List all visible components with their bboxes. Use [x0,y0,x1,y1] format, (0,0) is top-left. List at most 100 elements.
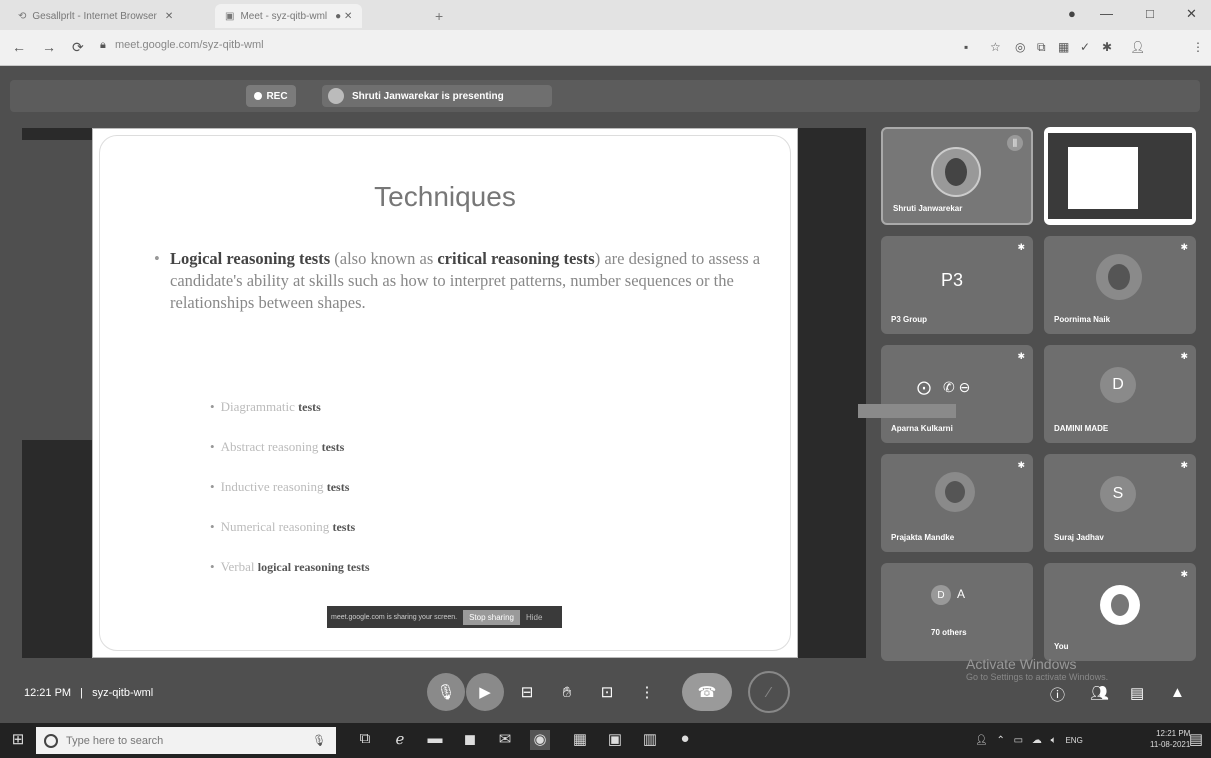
subitem-light: Verbal [220,559,258,574]
subitem-dark: tests [321,440,345,454]
close-tab-icon[interactable]: ✕ [165,11,173,22]
chat-icon[interactable]: ▤ [1130,684,1144,702]
bullet-icon: • [210,479,215,494]
subitem-dark: logical reasoning tests [257,560,370,574]
subitem-light: Numerical reasoning [220,519,333,534]
tab-label: Meet - syz-qitb-wml [240,10,328,22]
screen-share-tile[interactable] [1044,127,1196,225]
lock-icon: 🔒︎ [100,39,106,51]
app-icon[interactable]: ● [675,730,695,750]
activities-icon[interactable]: ▲ [1170,684,1185,701]
participant-avatar [1096,254,1142,300]
check-icon[interactable]: ✓ [1080,40,1090,54]
task-view-icon[interactable]: ⧉ [355,730,375,750]
star-icon[interactable]: ☆ [990,40,1001,54]
language-indicator[interactable]: ENG [1065,736,1082,745]
bullet-icon: • [210,559,215,574]
taskbar-clock[interactable]: 12:21 PM 11-08-2021 [1150,728,1190,750]
presentation-side-panel [22,140,92,440]
info-icon[interactable]: ⓘ [1050,684,1065,705]
new-tab-icon[interactable]: + [425,4,453,28]
mic-off-icon: ✱ [1180,242,1188,252]
record-dot-icon [254,92,263,100]
cloud-icon[interactable]: ☁ [1032,735,1042,746]
network-icon[interactable]: ▭ [1014,735,1023,746]
extension-icon[interactable]: ⧉ [1037,40,1046,55]
screen-share-bar: meet.google.com is sharing your screen. … [327,606,562,628]
subitem-light: Inductive reasoning [220,479,327,494]
app-icon[interactable]: ▦ [570,730,590,750]
participant-tile[interactable]: ✱ P3 P3 Group [881,236,1033,334]
close-tab-icon[interactable]: ● ✕ [335,11,352,22]
participant-tile[interactable]: ✱ S Suraj Jadhav [1044,454,1196,552]
forward-icon[interactable]: → [42,39,56,55]
more-options-button[interactable]: ⋮ [628,673,666,711]
maximize-icon[interactable]: □ [1146,6,1154,21]
notifications-icon[interactable]: ▤ [1186,730,1206,750]
recording-badge: REC [246,85,296,107]
puzzle-icon[interactable]: ✱ [1102,40,1112,54]
chrome-icon[interactable]: ◉ [530,730,550,750]
chevron-up-icon[interactable]: ⌃ [996,735,1004,746]
people-icon[interactable]: 👥︎ [1090,684,1109,702]
participant-name: 70 others [931,628,967,637]
participant-tile[interactable]: ✱ D DAMINI MADE [1044,345,1196,443]
hover-tooltip [858,404,956,418]
present-button[interactable]: ⊡ [588,673,626,711]
app-icon[interactable]: ▥ [640,730,660,750]
extension-icon[interactable]: ◎ [1015,40,1025,54]
screen-thumbnail-slide [1068,147,1138,209]
camera-icon[interactable]: ▪ [964,40,968,54]
captions-button[interactable]: ⊟ [508,673,546,711]
store-icon[interactable]: ◼ [460,730,480,750]
participant-tile[interactable]: D A 70 others [881,563,1033,661]
voice-search-icon[interactable]: 🎙︎ [312,734,326,747]
end-call-button[interactable]: ☎ [682,673,732,711]
presenting-text: Shruti Janwarekar is presenting [352,90,504,102]
reload-icon[interactable]: ⟳ [72,39,84,56]
account-icon[interactable]: ● [1068,6,1076,21]
minimize-icon[interactable]: — [1100,6,1113,21]
subitem-dark: tests [326,480,350,494]
body-bold-1: Logical reasoning tests [170,249,331,268]
hide-share-bar-button[interactable]: Hide [526,613,542,622]
hover-controls: ✆ ⊖ [943,379,971,395]
camera-button[interactable]: ▶ [466,673,504,711]
participant-avatar [935,472,975,512]
search-icon [44,733,58,748]
more-vert-icon: ⋮ [639,684,655,701]
raise-hand-button[interactable]: ✋︎ [548,673,586,711]
share-bar-text: meet.google.com is sharing your screen. [331,613,458,621]
slide-subitem: • Inductive reasoning tests [210,479,349,495]
taskbar-search[interactable]: Type here to search 🎙︎ [36,727,336,754]
browser-tab-2[interactable]: ▣ Meet - syz-qitb-wml ● ✕ [215,4,363,28]
url-bar[interactable]: meet.google.com/syz-qitb-wml [115,39,264,51]
menu-icon[interactable]: ⋮ [1192,40,1204,54]
participant-initials: D [1100,367,1136,403]
participant-tile[interactable]: ⫼ Shruti Janwarekar [881,127,1033,225]
edge-icon[interactable]: ℯ [390,730,410,750]
participant-tile[interactable]: ✱ ⨀ ✆ ⊖ Aparna Kulkarni [881,345,1033,443]
app-icon[interactable]: ▣ [605,730,625,750]
back-icon[interactable]: ← [12,39,26,55]
mic-off-icon: ✱ [1017,351,1025,361]
slide: Techniques • Logical reasoning tests (al… [92,128,798,658]
stop-sharing-button[interactable]: Stop sharing [463,609,520,625]
browser-tab-1[interactable]: ⟲ Gesallprlt - Internet Browser ✕ [8,4,183,28]
mail-icon[interactable]: ✉ [495,730,515,750]
slide-subitem: • Diagrammatic tests [210,399,321,415]
profile-icon[interactable]: 👤︎ [1130,40,1145,54]
windows-start-icon[interactable]: ⊞ [8,730,28,750]
extension-icon[interactable]: ▦ [1058,40,1069,54]
microphone-button[interactable]: 🎙︎ [427,673,465,711]
person-icon[interactable]: 👤︎ [975,735,988,746]
close-window-icon[interactable]: ✕ [1186,6,1197,22]
pen-button[interactable]: ⁄ [748,671,790,713]
volume-icon[interactable]: 🔈︎ [1051,735,1057,746]
file-explorer-icon[interactable]: ▬ [425,730,445,750]
slide-frame: Techniques • Logical reasoning tests (al… [99,135,791,651]
participant-tile[interactable]: ✱ Prajakta Mandke [881,454,1033,552]
activate-windows-subtitle: Go to Settings to activate Windows. [966,672,1109,682]
participant-tile[interactable]: ✱ You [1044,563,1196,661]
participant-tile[interactable]: ✱ Poornima Naik [1044,236,1196,334]
